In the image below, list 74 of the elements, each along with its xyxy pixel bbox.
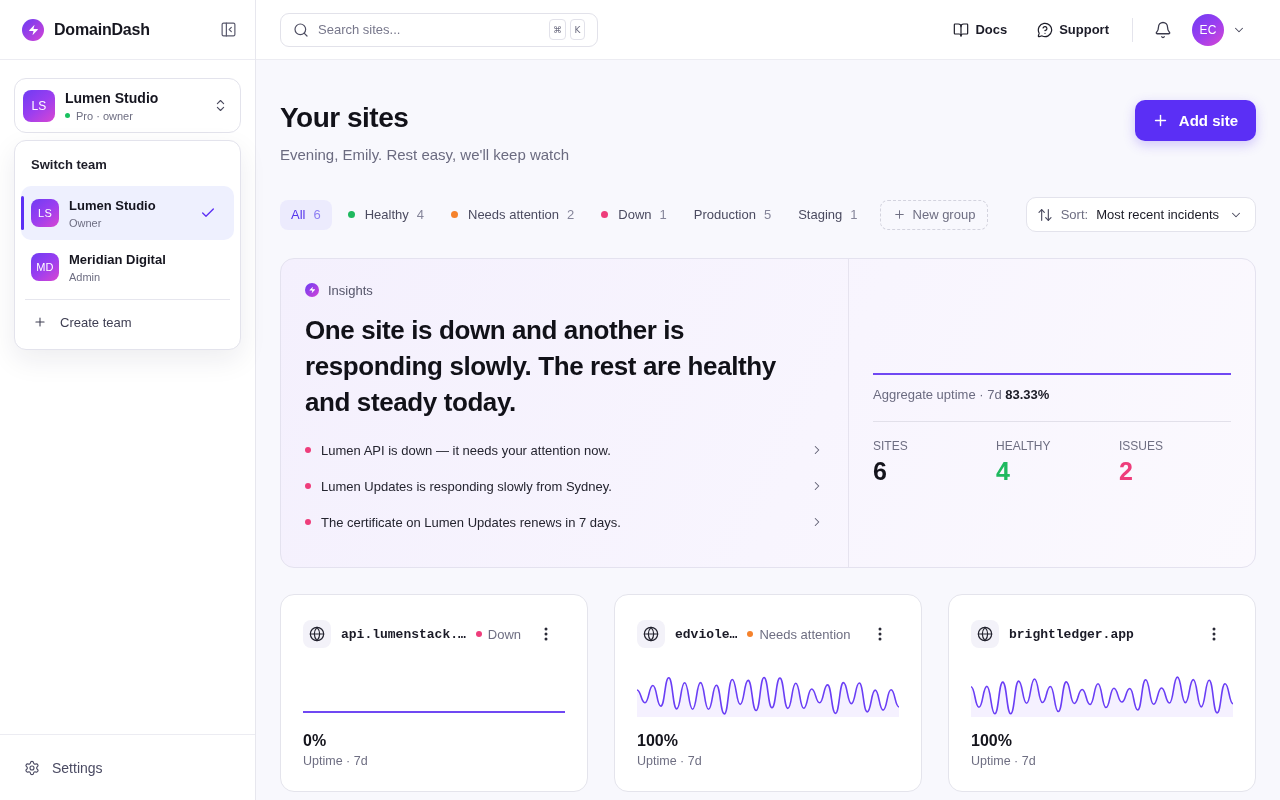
bell-icon bbox=[1154, 20, 1172, 39]
page-subtitle: Evening, Emily. Rest easy, we'll keep watch bbox=[280, 145, 570, 165]
kebab-icon bbox=[878, 627, 882, 641]
stat-value: 6 bbox=[873, 456, 888, 486]
create-team-button[interactable]: Create team bbox=[21, 300, 234, 344]
kebab-icon bbox=[1212, 627, 1216, 641]
stat-label: SITES bbox=[873, 438, 909, 454]
domain-name: brightledger.app bbox=[1009, 626, 1134, 642]
brand-name: DomainDash bbox=[54, 20, 150, 39]
search-icon bbox=[293, 21, 309, 38]
settings-link[interactable]: Settings bbox=[24, 759, 103, 776]
uptime-caption: Aggregate uptime · 7d 83.33% bbox=[873, 387, 1051, 403]
team-switcher[interactable]: LS Lumen Studio Pro · owner bbox=[14, 78, 241, 133]
panel-left-icon bbox=[220, 21, 237, 38]
sort-arrows-icon bbox=[1036, 206, 1053, 223]
insight-link[interactable]: The certificate on Lumen Updates renews in 7 days. bbox=[305, 504, 824, 540]
collapse-sidebar-button[interactable] bbox=[220, 21, 237, 38]
globe-icon bbox=[637, 620, 665, 648]
search-field[interactable]: Search sites... ⌘ K bbox=[280, 12, 598, 47]
bolt-icon bbox=[305, 283, 319, 297]
settings-icon bbox=[24, 759, 40, 776]
search-input[interactable]: Search sites... bbox=[318, 19, 540, 40]
help-bubble-icon bbox=[1037, 21, 1054, 38]
stat-label: HEALTHY bbox=[996, 438, 1052, 454]
menu-title: Switch team bbox=[30, 156, 108, 174]
alert-dot-icon bbox=[305, 519, 311, 525]
plus-icon bbox=[892, 208, 906, 221]
shortcut-key: ⌘ bbox=[549, 19, 566, 40]
insight-headline: One site is down and another is responding slowly. The rest are healthy and steady today. bbox=[305, 314, 777, 419]
notifications-button[interactable] bbox=[1154, 20, 1172, 39]
domain-name: api.lumenstack.… bbox=[341, 626, 466, 642]
status-label: Down bbox=[487, 626, 522, 642]
section-label: Insights bbox=[328, 282, 373, 298]
domain-name: edviole… bbox=[675, 626, 738, 642]
insight-link[interactable]: Lumen API is down — it needs your attention now. bbox=[305, 432, 824, 468]
globe-icon bbox=[303, 620, 331, 648]
filter-tab[interactable]: Healthy 4 bbox=[336, 199, 435, 230]
book-icon bbox=[953, 21, 970, 38]
stat-label: ISSUES bbox=[1119, 438, 1164, 454]
plus-icon bbox=[33, 315, 47, 329]
team-option[interactable]: LS Lumen Studio Owner bbox=[21, 186, 234, 240]
uptime-label: Uptime · 7d bbox=[303, 753, 369, 769]
filter-tab[interactable]: Staging 1 bbox=[787, 199, 869, 230]
team-avatar: LS bbox=[31, 199, 59, 227]
page-title: Your sites bbox=[280, 101, 410, 135]
filter-tab[interactable]: Down 1 bbox=[590, 199, 678, 230]
stat-value: 2 bbox=[1119, 456, 1134, 486]
nav-link[interactable]: Support bbox=[1037, 21, 1109, 38]
kebab-icon bbox=[544, 627, 548, 641]
stat-value: 4 bbox=[996, 456, 1011, 486]
uptime-value: 100% bbox=[637, 731, 679, 751]
status-dot-icon bbox=[65, 113, 70, 118]
shortcut-key: K bbox=[570, 19, 585, 40]
uptime-value: 100% bbox=[971, 731, 1013, 751]
logo-icon bbox=[22, 18, 44, 41]
new-group-button[interactable]: New group bbox=[879, 199, 989, 230]
status-label: Needs attention bbox=[759, 626, 851, 642]
alert-dot-icon bbox=[305, 483, 311, 489]
team-option[interactable]: MD Meridian Digital Admin bbox=[21, 240, 234, 294]
filter-tab[interactable]: Needs attention 2 bbox=[440, 199, 586, 230]
filter-tab[interactable]: All 6 bbox=[280, 199, 332, 230]
nav-link[interactable]: Docs bbox=[953, 21, 1008, 38]
alert-dot-icon bbox=[305, 447, 311, 453]
team-avatar: MD bbox=[31, 253, 59, 281]
uptime-label: Uptime · 7d bbox=[971, 753, 1037, 769]
add-site-button[interactable]: Add site bbox=[1134, 100, 1256, 141]
user-avatar[interactable]: EC bbox=[1192, 13, 1224, 46]
sort-dropdown[interactable]: Sort: Most recent incidents bbox=[1025, 197, 1256, 232]
uptime-value: 0% bbox=[303, 731, 328, 751]
insight-link[interactable]: Lumen Updates is responding slowly from Sydney. bbox=[305, 468, 824, 504]
globe-icon bbox=[971, 620, 999, 648]
uptime-label: Uptime · 7d bbox=[637, 753, 703, 769]
filter-tab[interactable]: Production 5 bbox=[682, 199, 783, 230]
team-avatar: LS bbox=[23, 89, 55, 122]
